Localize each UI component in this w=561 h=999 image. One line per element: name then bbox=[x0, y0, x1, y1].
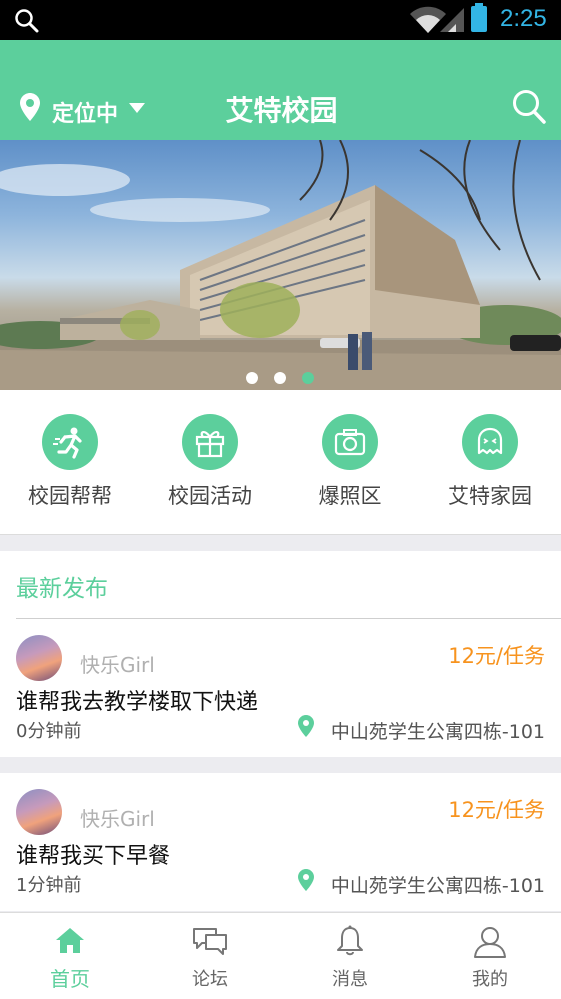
section-title: 最新发布 bbox=[16, 576, 108, 602]
signal-icon bbox=[440, 8, 464, 32]
chat-bubbles-icon bbox=[193, 928, 227, 955]
category-label: 爆照区 bbox=[318, 484, 382, 508]
bell-icon bbox=[337, 925, 363, 956]
tab-label: 我的 bbox=[472, 969, 508, 990]
home-icon bbox=[56, 928, 84, 953]
status-bar: 2:25 bbox=[0, 0, 561, 40]
category-grid: 校园帮帮 校园活动 爆照区 艾特家园 bbox=[0, 390, 561, 535]
post-card[interactable]: 快乐Girl 12元/任务 谁帮我去教学楼取下快递 0分钟前 中山苑学生公寓四栋… bbox=[0, 619, 561, 757]
page-title: 艾特校园 bbox=[0, 89, 561, 129]
camera-icon bbox=[322, 414, 378, 470]
username: 快乐Girl bbox=[80, 653, 155, 677]
app-header: 定位中 艾特校园 bbox=[0, 40, 561, 140]
page-title-text: 艾特校园 bbox=[225, 94, 338, 127]
location-pin-icon bbox=[298, 715, 314, 737]
tab-label: 论坛 bbox=[192, 969, 228, 990]
runner-icon bbox=[42, 414, 98, 470]
search-icon bbox=[15, 9, 39, 33]
category-label: 校园活动 bbox=[168, 484, 252, 508]
gift-icon bbox=[182, 414, 238, 470]
category-campus-activities[interactable]: 校园活动 bbox=[140, 414, 280, 510]
carousel-dot[interactable] bbox=[274, 372, 286, 384]
post-title: 谁帮我买下早餐 bbox=[16, 844, 171, 869]
category-ait-home[interactable]: 艾特家园 bbox=[420, 414, 560, 510]
post-time: 1分钟前 bbox=[16, 875, 82, 896]
bottom-tab-bar: 首页 论坛 消息 我的 bbox=[0, 912, 561, 999]
search-button[interactable] bbox=[512, 89, 546, 125]
tab-label: 消息 bbox=[332, 969, 368, 990]
carousel-dot[interactable] bbox=[246, 372, 258, 384]
avatar[interactable] bbox=[16, 635, 62, 681]
post-location: 中山苑学生公寓四栋-101 bbox=[330, 875, 545, 897]
post-location: 中山苑学生公寓四栋-101 bbox=[330, 721, 545, 743]
post-time: 0分钟前 bbox=[16, 721, 82, 742]
category-label: 校园帮帮 bbox=[28, 484, 112, 508]
tab-profile[interactable]: 我的 bbox=[420, 913, 560, 999]
category-photo-zone[interactable]: 爆照区 bbox=[280, 414, 420, 510]
campus-building-photo bbox=[0, 140, 561, 390]
user-icon bbox=[474, 927, 506, 958]
avatar[interactable] bbox=[16, 789, 62, 835]
carousel-indicators bbox=[0, 372, 561, 384]
carousel-dot-active[interactable] bbox=[302, 372, 314, 384]
post-card[interactable]: 快乐Girl 12元/任务 谁帮我买下早餐 1分钟前 中山苑学生公寓四栋-101 bbox=[0, 773, 561, 911]
location-pin-icon bbox=[298, 869, 314, 891]
reward-price: 12元/任务 bbox=[448, 644, 545, 668]
tab-forum[interactable]: 论坛 bbox=[140, 913, 280, 999]
ghost-icon bbox=[462, 414, 518, 470]
latest-section-header: 最新发布 bbox=[0, 551, 561, 619]
tab-label: 首页 bbox=[50, 967, 90, 991]
battery-icon bbox=[471, 3, 487, 32]
username: 快乐Girl bbox=[80, 807, 155, 831]
tab-home[interactable]: 首页 bbox=[0, 913, 140, 999]
category-campus-help[interactable]: 校园帮帮 bbox=[0, 414, 140, 510]
post-title: 谁帮我去教学楼取下快递 bbox=[16, 690, 259, 715]
reward-price: 12元/任务 bbox=[448, 798, 545, 822]
tab-messages[interactable]: 消息 bbox=[280, 913, 420, 999]
status-time: 2:25 bbox=[500, 5, 547, 32]
category-label: 艾特家园 bbox=[448, 484, 532, 508]
banner-carousel[interactable] bbox=[0, 140, 561, 390]
